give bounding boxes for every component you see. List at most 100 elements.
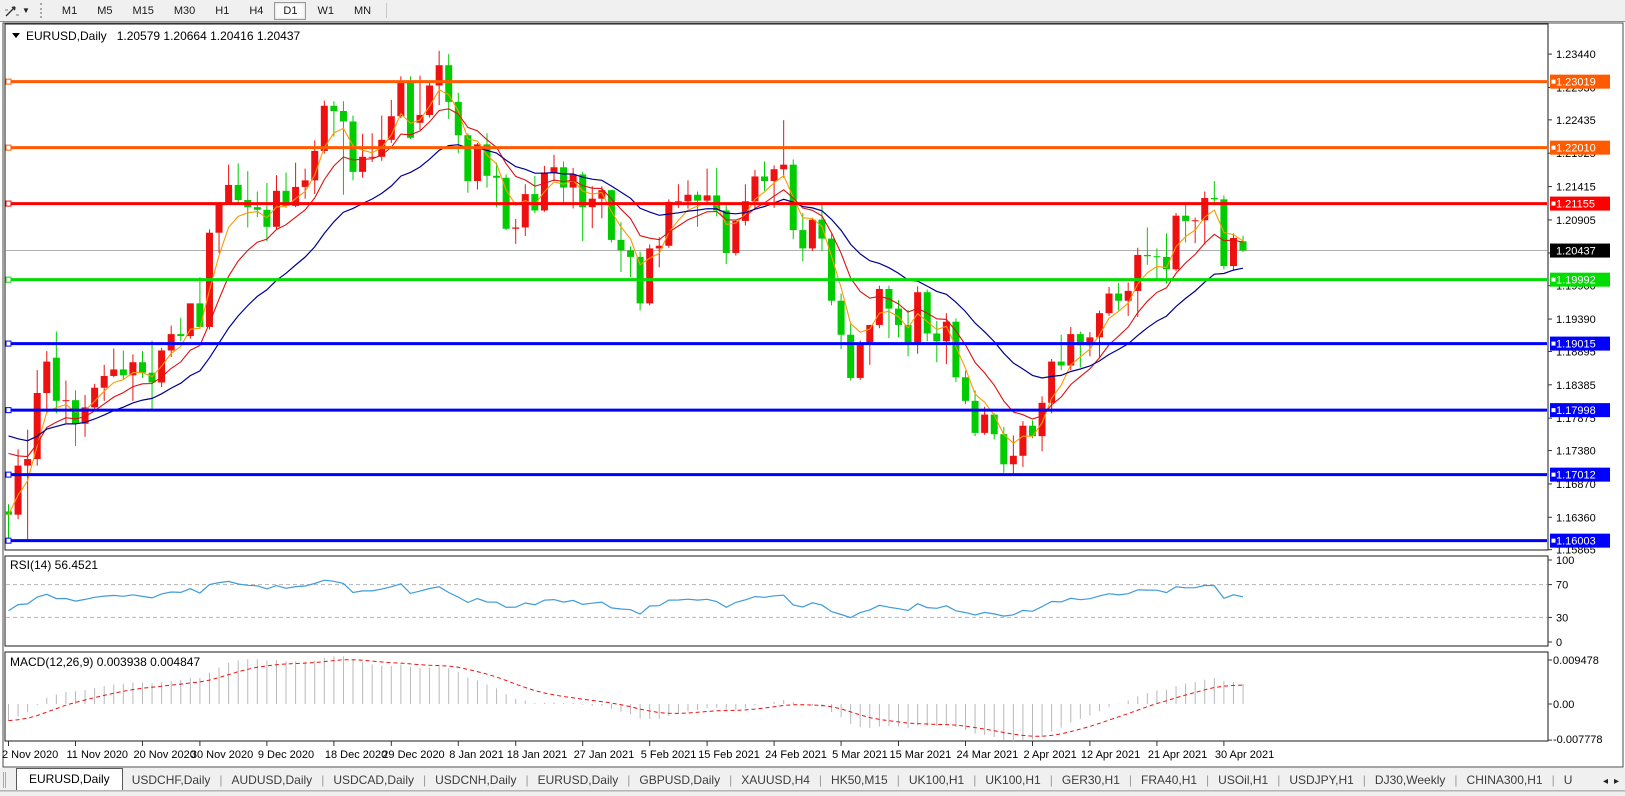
- date-label: 20 Nov 2020: [133, 749, 195, 761]
- hline-handle[interactable]: [6, 408, 11, 413]
- timeframe-button-w1[interactable]: W1: [308, 2, 343, 20]
- tab-eurusd-daily[interactable]: EURUSD,Daily: [529, 770, 628, 790]
- timeframe-buttons: M1M5M15M30H1H4D1W1MN: [52, 2, 381, 20]
- tab-scroll-left-icon[interactable]: ◂: [1603, 776, 1608, 787]
- tab-usoil-h1[interactable]: USOil,H1: [1209, 770, 1277, 790]
- cursor-tool-button[interactable]: ▼: [2, 3, 32, 19]
- price-tag-1.16003[interactable]: 1.16003: [1550, 534, 1610, 548]
- svg-text:1.21155: 1.21155: [1556, 199, 1595, 211]
- timeframe-button-m5[interactable]: M5: [88, 2, 121, 20]
- price-tag-1.21155[interactable]: 1.21155: [1550, 197, 1610, 211]
- chart-window[interactable]: 1.234401.229301.224351.219251.214151.209…: [0, 22, 1625, 768]
- date-label: 2 Nov 2020: [2, 749, 58, 761]
- rsi-tick-label: 30: [1556, 612, 1568, 624]
- hline-handle[interactable]: [6, 145, 11, 150]
- tab-usdcad-daily[interactable]: USDCAD,Daily: [324, 770, 423, 790]
- price-tag-1.19992[interactable]: 1.19992: [1550, 273, 1610, 287]
- date-label: 29 Dec 2020: [382, 749, 444, 761]
- date-label: 18 Dec 2020: [325, 749, 387, 761]
- tab-eurusd-daily[interactable]: EURUSD,Daily: [16, 768, 123, 790]
- tabbar-grip[interactable]: [3, 772, 12, 788]
- rsi-tick-label: 70: [1556, 580, 1568, 592]
- date-label: 8 Jan 2021: [449, 749, 503, 761]
- tab-uk100-h1[interactable]: UK100,H1: [900, 770, 973, 790]
- symbol-tab-bar: EURUSD,DailyUSDCHF,Daily|AUDUSD,Daily|US…: [0, 768, 1625, 791]
- date-label: 2 Apr 2021: [1023, 749, 1076, 761]
- hline-handle[interactable]: [6, 341, 11, 346]
- toolbar-separator: [386, 3, 387, 18]
- timeframe-button-d1[interactable]: D1: [274, 2, 306, 20]
- hline-handle[interactable]: [6, 277, 11, 282]
- status-bar: [0, 791, 1625, 796]
- tab-gbpusd-daily[interactable]: GBPUSD,Daily: [630, 770, 729, 790]
- macd-tick-label: -0.007778: [1553, 734, 1603, 746]
- date-label: 30 Nov 2020: [191, 749, 253, 761]
- timeframe-button-mn[interactable]: MN: [345, 2, 380, 20]
- svg-text:1.23019: 1.23019: [1556, 77, 1596, 89]
- svg-text:1.20437: 1.20437: [1556, 246, 1596, 258]
- price-tick-label: 1.21415: [1556, 182, 1596, 194]
- symbol-tabs: EURUSD,DailyUSDCHF,Daily|AUDUSD,Daily|US…: [16, 768, 1581, 790]
- price-tick-label: 1.16360: [1556, 512, 1596, 524]
- tab-china300-h1[interactable]: CHINA300,H1: [1458, 770, 1552, 790]
- timeframe-button-m15[interactable]: M15: [123, 2, 162, 20]
- tab-audusd-daily[interactable]: AUDUSD,Daily: [223, 770, 322, 790]
- top-toolbar: ▼ M1M5M15M30H1H4D1W1MN: [0, 0, 1625, 22]
- price-tick-label: 1.23440: [1556, 49, 1596, 61]
- tab-hk50-m15[interactable]: HK50,M15: [822, 770, 897, 790]
- tab-dj30-weekly[interactable]: DJ30,Weekly: [1366, 770, 1454, 790]
- tab-xauusd-h4[interactable]: XAUUSD,H4: [732, 770, 819, 790]
- timeframe-button-h1[interactable]: H1: [206, 2, 238, 20]
- tab-scroll-right-icon[interactable]: ▸: [1614, 776, 1619, 787]
- tab-usdjpy-h1[interactable]: USDJPY,H1: [1280, 770, 1362, 790]
- date-label: 5 Feb 2021: [641, 749, 697, 761]
- hline-handle[interactable]: [6, 201, 11, 206]
- toolbar-grip[interactable]: [40, 3, 46, 18]
- price-tick-label: 1.22435: [1556, 115, 1596, 127]
- date-label: 15 Feb 2021: [698, 749, 760, 761]
- rsi-tick-label: 0: [1556, 637, 1562, 649]
- tab-usdcnh-daily[interactable]: USDCNH,Daily: [426, 770, 525, 790]
- date-label: 15 Mar 2021: [890, 749, 952, 761]
- chart-canvas[interactable]: 1.234401.229301.224351.219251.214151.209…: [0, 22, 1625, 768]
- current-price-tag[interactable]: 1.20437: [1550, 244, 1610, 258]
- timeframe-button-h4[interactable]: H4: [240, 2, 272, 20]
- date-label: 18 Jan 2021: [507, 749, 568, 761]
- date-label: 24 Mar 2021: [957, 749, 1019, 761]
- rsi-label: RSI(14) 56.4521: [10, 558, 98, 572]
- timeframe-button-m1[interactable]: M1: [53, 2, 86, 20]
- chart-ohlc-readout: 1.20579 1.20664 1.20416 1.20437: [117, 29, 301, 43]
- rsi-tick-label: 100: [1556, 555, 1574, 567]
- chart-title: EURUSD,Daily1.20579 1.20664 1.20416 1.20…: [26, 29, 301, 43]
- tab-fra40-h1[interactable]: FRA40,H1: [1132, 770, 1206, 790]
- tab-ger30-h1[interactable]: GER30,H1: [1053, 770, 1129, 790]
- price-tick-label: 1.18385: [1556, 380, 1596, 392]
- price-tag-1.23019[interactable]: 1.23019: [1550, 75, 1610, 89]
- macd-label: MACD(12,26,9) 0.003938 0.004847: [10, 655, 200, 669]
- price-tag-1.22010[interactable]: 1.22010: [1550, 141, 1610, 155]
- chevron-down-icon[interactable]: ▼: [22, 6, 30, 15]
- panel-borders: [5, 24, 1548, 741]
- svg-text:1.22010: 1.22010: [1556, 143, 1596, 155]
- price-tag-1.17998[interactable]: 1.17998: [1550, 403, 1610, 417]
- price-tag-1.19015[interactable]: 1.19015: [1550, 337, 1610, 351]
- price-tick-label: 1.19390: [1556, 314, 1596, 326]
- timeframe-button-m30[interactable]: M30: [165, 2, 204, 20]
- tab-u[interactable]: U: [1555, 770, 1582, 790]
- hline-handle[interactable]: [6, 472, 11, 477]
- date-label: 9 Dec 2020: [258, 749, 314, 761]
- price-tag-1.17012[interactable]: 1.17012: [1550, 468, 1610, 482]
- date-label: 11 Nov 2020: [66, 749, 128, 761]
- macd-tick-label: 0.00: [1553, 699, 1574, 711]
- tab-usdchf-daily[interactable]: USDCHF,Daily: [123, 770, 220, 790]
- hline-handle[interactable]: [6, 538, 11, 543]
- date-label: 5 Mar 2021: [832, 749, 888, 761]
- svg-text:1.16003: 1.16003: [1556, 536, 1596, 548]
- svg-text:1.19992: 1.19992: [1556, 275, 1596, 287]
- svg-text:1.19015: 1.19015: [1556, 339, 1596, 351]
- price-tick-label: 1.17380: [1556, 446, 1596, 458]
- tab-uk100-h1[interactable]: UK100,H1: [976, 770, 1049, 790]
- macd-tick-label: 0.009478: [1553, 655, 1599, 667]
- chart-title-group: EURUSD,Daily1.20579 1.20664 1.20416 1.20…: [12, 29, 301, 43]
- hline-handle[interactable]: [6, 79, 11, 84]
